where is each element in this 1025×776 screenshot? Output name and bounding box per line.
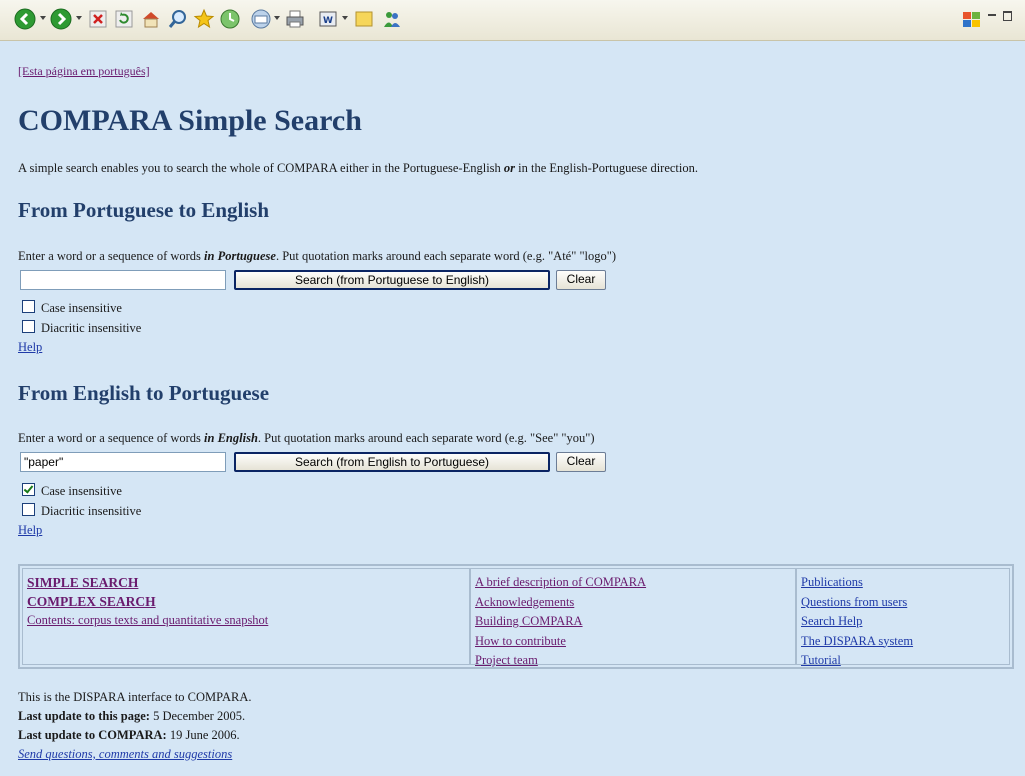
messenger-icon[interactable]: [381, 8, 403, 30]
nav-column-search: SIMPLE SEARCH COMPLEX SEARCH Contents: c…: [22, 568, 470, 665]
nav-questions-link[interactable]: Questions from users: [801, 593, 1005, 613]
maximize-icon[interactable]: [1003, 11, 1012, 21]
nav-search-help-link[interactable]: Search Help: [801, 612, 1005, 632]
refresh-icon[interactable]: [113, 8, 135, 30]
back-icon[interactable]: [14, 8, 36, 30]
nav-contribute-link[interactable]: How to contribute: [475, 632, 791, 652]
en-pt-instructions: Enter a word or a sequence of words in E…: [18, 431, 595, 445]
nav-tutorial-link[interactable]: Tutorial: [801, 651, 1005, 671]
nav-publications-link[interactable]: Publications: [801, 573, 1005, 593]
en-pt-clear-button[interactable]: Clear: [556, 452, 606, 472]
en-pt-case-checkbox[interactable]: [22, 483, 35, 496]
pt-en-heading: From Portuguese to English: [18, 198, 270, 222]
pt-en-help-link[interactable]: Help: [18, 340, 42, 355]
back-dropdown-icon[interactable]: [40, 16, 46, 20]
nav-column-resources: Publications Questions from users Search…: [796, 568, 1010, 667]
stop-icon[interactable]: [87, 8, 109, 30]
en-pt-diacritic-option: Diacritic insensitive: [22, 503, 141, 519]
portuguese-page-link[interactable]: [Esta página em português]: [18, 64, 150, 79]
nav-contents-link[interactable]: Contents: corpus texts and quantitative …: [27, 611, 465, 631]
pt-en-case-option: Case insensitive: [22, 300, 122, 316]
en-pt-diacritic-checkbox[interactable]: [22, 503, 35, 516]
en-pt-search-input[interactable]: [20, 452, 226, 472]
en-pt-search-button[interactable]: Search (from English to Portuguese): [234, 452, 550, 472]
edit-icon[interactable]: W: [317, 8, 339, 30]
pt-en-search-input[interactable]: [20, 270, 226, 290]
nav-team-link[interactable]: Project team: [475, 651, 791, 671]
pt-en-diacritic-option: Diacritic insensitive: [22, 320, 141, 336]
mail-icon[interactable]: [250, 8, 272, 30]
page-title: COMPARA Simple Search: [18, 104, 362, 137]
browser-toolbar: W: [0, 0, 1025, 41]
folder-icon[interactable]: [353, 8, 375, 30]
nav-building-link[interactable]: Building COMPARA: [475, 612, 791, 632]
footer-compara-update: Last update to COMPARA: 19 June 2006.: [18, 728, 240, 742]
search-icon[interactable]: [167, 8, 189, 30]
svg-text:W: W: [323, 16, 333, 26]
print-icon[interactable]: [284, 8, 306, 30]
pt-en-clear-button[interactable]: Clear: [556, 270, 606, 290]
footer-interface-note: This is the DISPARA interface to COMPARA…: [18, 690, 252, 704]
home-icon[interactable]: [140, 8, 162, 30]
nav-description-link[interactable]: A brief description of COMPARA: [475, 573, 791, 593]
nav-dispara-link[interactable]: The DISPARA system: [801, 632, 1005, 652]
en-pt-case-option: Case insensitive: [22, 483, 122, 499]
nav-column-about: A brief description of COMPARA Acknowled…: [470, 568, 796, 667]
nav-acknowledgements-link[interactable]: Acknowledgements: [475, 593, 791, 613]
pt-en-instructions: Enter a word or a sequence of words in P…: [18, 249, 617, 263]
footer-page-update: Last update to this page: 5 December 200…: [18, 709, 246, 723]
favorites-icon[interactable]: [193, 8, 215, 30]
en-pt-help-link[interactable]: Help: [18, 523, 42, 538]
history-icon[interactable]: [219, 8, 241, 30]
nav-simple-search-link[interactable]: SIMPLE SEARCH: [27, 573, 465, 592]
edit-dropdown-icon[interactable]: [342, 16, 348, 20]
footer-contact-link[interactable]: Send questions, comments and suggestions: [18, 747, 232, 762]
en-pt-heading: From English to Portuguese: [18, 381, 270, 405]
intro-text: A simple search enables you to search th…: [18, 161, 698, 175]
pt-en-case-checkbox[interactable]: [22, 300, 35, 313]
minimize-icon[interactable]: [988, 14, 996, 16]
pt-en-search-button[interactable]: Search (from Portuguese to English): [234, 270, 550, 290]
windows-logo-icon: [963, 12, 980, 27]
pt-en-diacritic-checkbox[interactable]: [22, 320, 35, 333]
nav-complex-search-link[interactable]: COMPLEX SEARCH: [27, 592, 465, 611]
mail-dropdown-icon[interactable]: [274, 16, 280, 20]
forward-dropdown-icon[interactable]: [76, 16, 82, 20]
forward-icon[interactable]: [50, 8, 72, 30]
navigation-table: SIMPLE SEARCH COMPLEX SEARCH Contents: c…: [18, 564, 1014, 669]
